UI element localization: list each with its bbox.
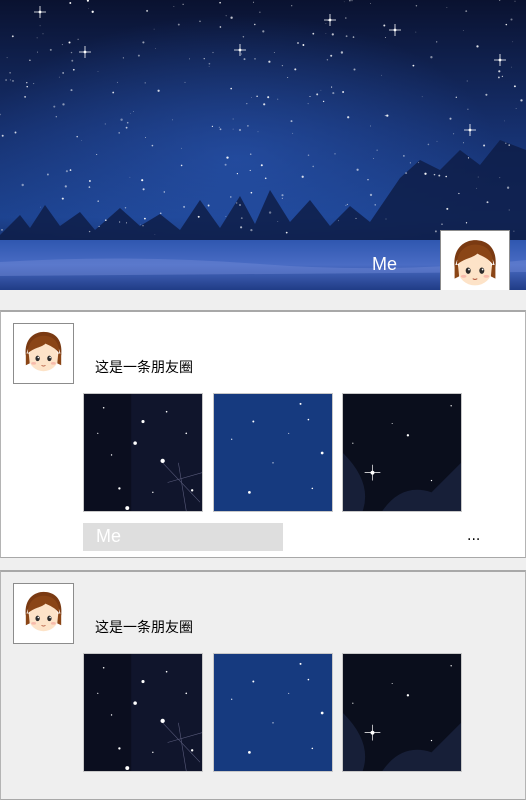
night-sky-stars-3 xyxy=(343,394,461,511)
night-sky-stars-3 xyxy=(343,654,461,771)
post-image-1[interactable] xyxy=(83,653,203,772)
post-text: 这是一条朋友圈 xyxy=(95,620,193,636)
profile-avatar[interactable] xyxy=(440,230,510,290)
night-sky-stars-1 xyxy=(84,394,202,511)
like-name[interactable]: Me xyxy=(96,526,121,547)
post-text: 这是一条朋友圈 xyxy=(95,360,193,376)
night-sky-stars-2 xyxy=(214,394,332,511)
cartoon-girl-avatar-icon xyxy=(14,324,73,383)
more-options-button[interactable]: ... xyxy=(467,528,480,544)
post-avatar[interactable] xyxy=(13,323,74,384)
cartoon-girl-avatar-icon xyxy=(14,584,73,643)
post-avatar[interactable] xyxy=(13,583,74,644)
night-sky-stars-2 xyxy=(214,654,332,771)
cartoon-girl-avatar-icon xyxy=(441,231,509,290)
moment-post: 这是一条朋友圈 xyxy=(0,570,526,800)
like-bar[interactable]: Me xyxy=(83,523,283,551)
post-image-3[interactable] xyxy=(342,653,462,772)
moment-post: 这是一条朋友圈 xyxy=(0,310,526,558)
cover-header: Me xyxy=(0,0,526,290)
night-sky-stars-1 xyxy=(84,654,202,771)
post-image-1[interactable] xyxy=(83,393,203,512)
profile-name[interactable]: Me xyxy=(372,254,397,275)
post-image-2[interactable] xyxy=(213,653,333,772)
post-image-3[interactable] xyxy=(342,393,462,512)
post-image-2[interactable] xyxy=(213,393,333,512)
